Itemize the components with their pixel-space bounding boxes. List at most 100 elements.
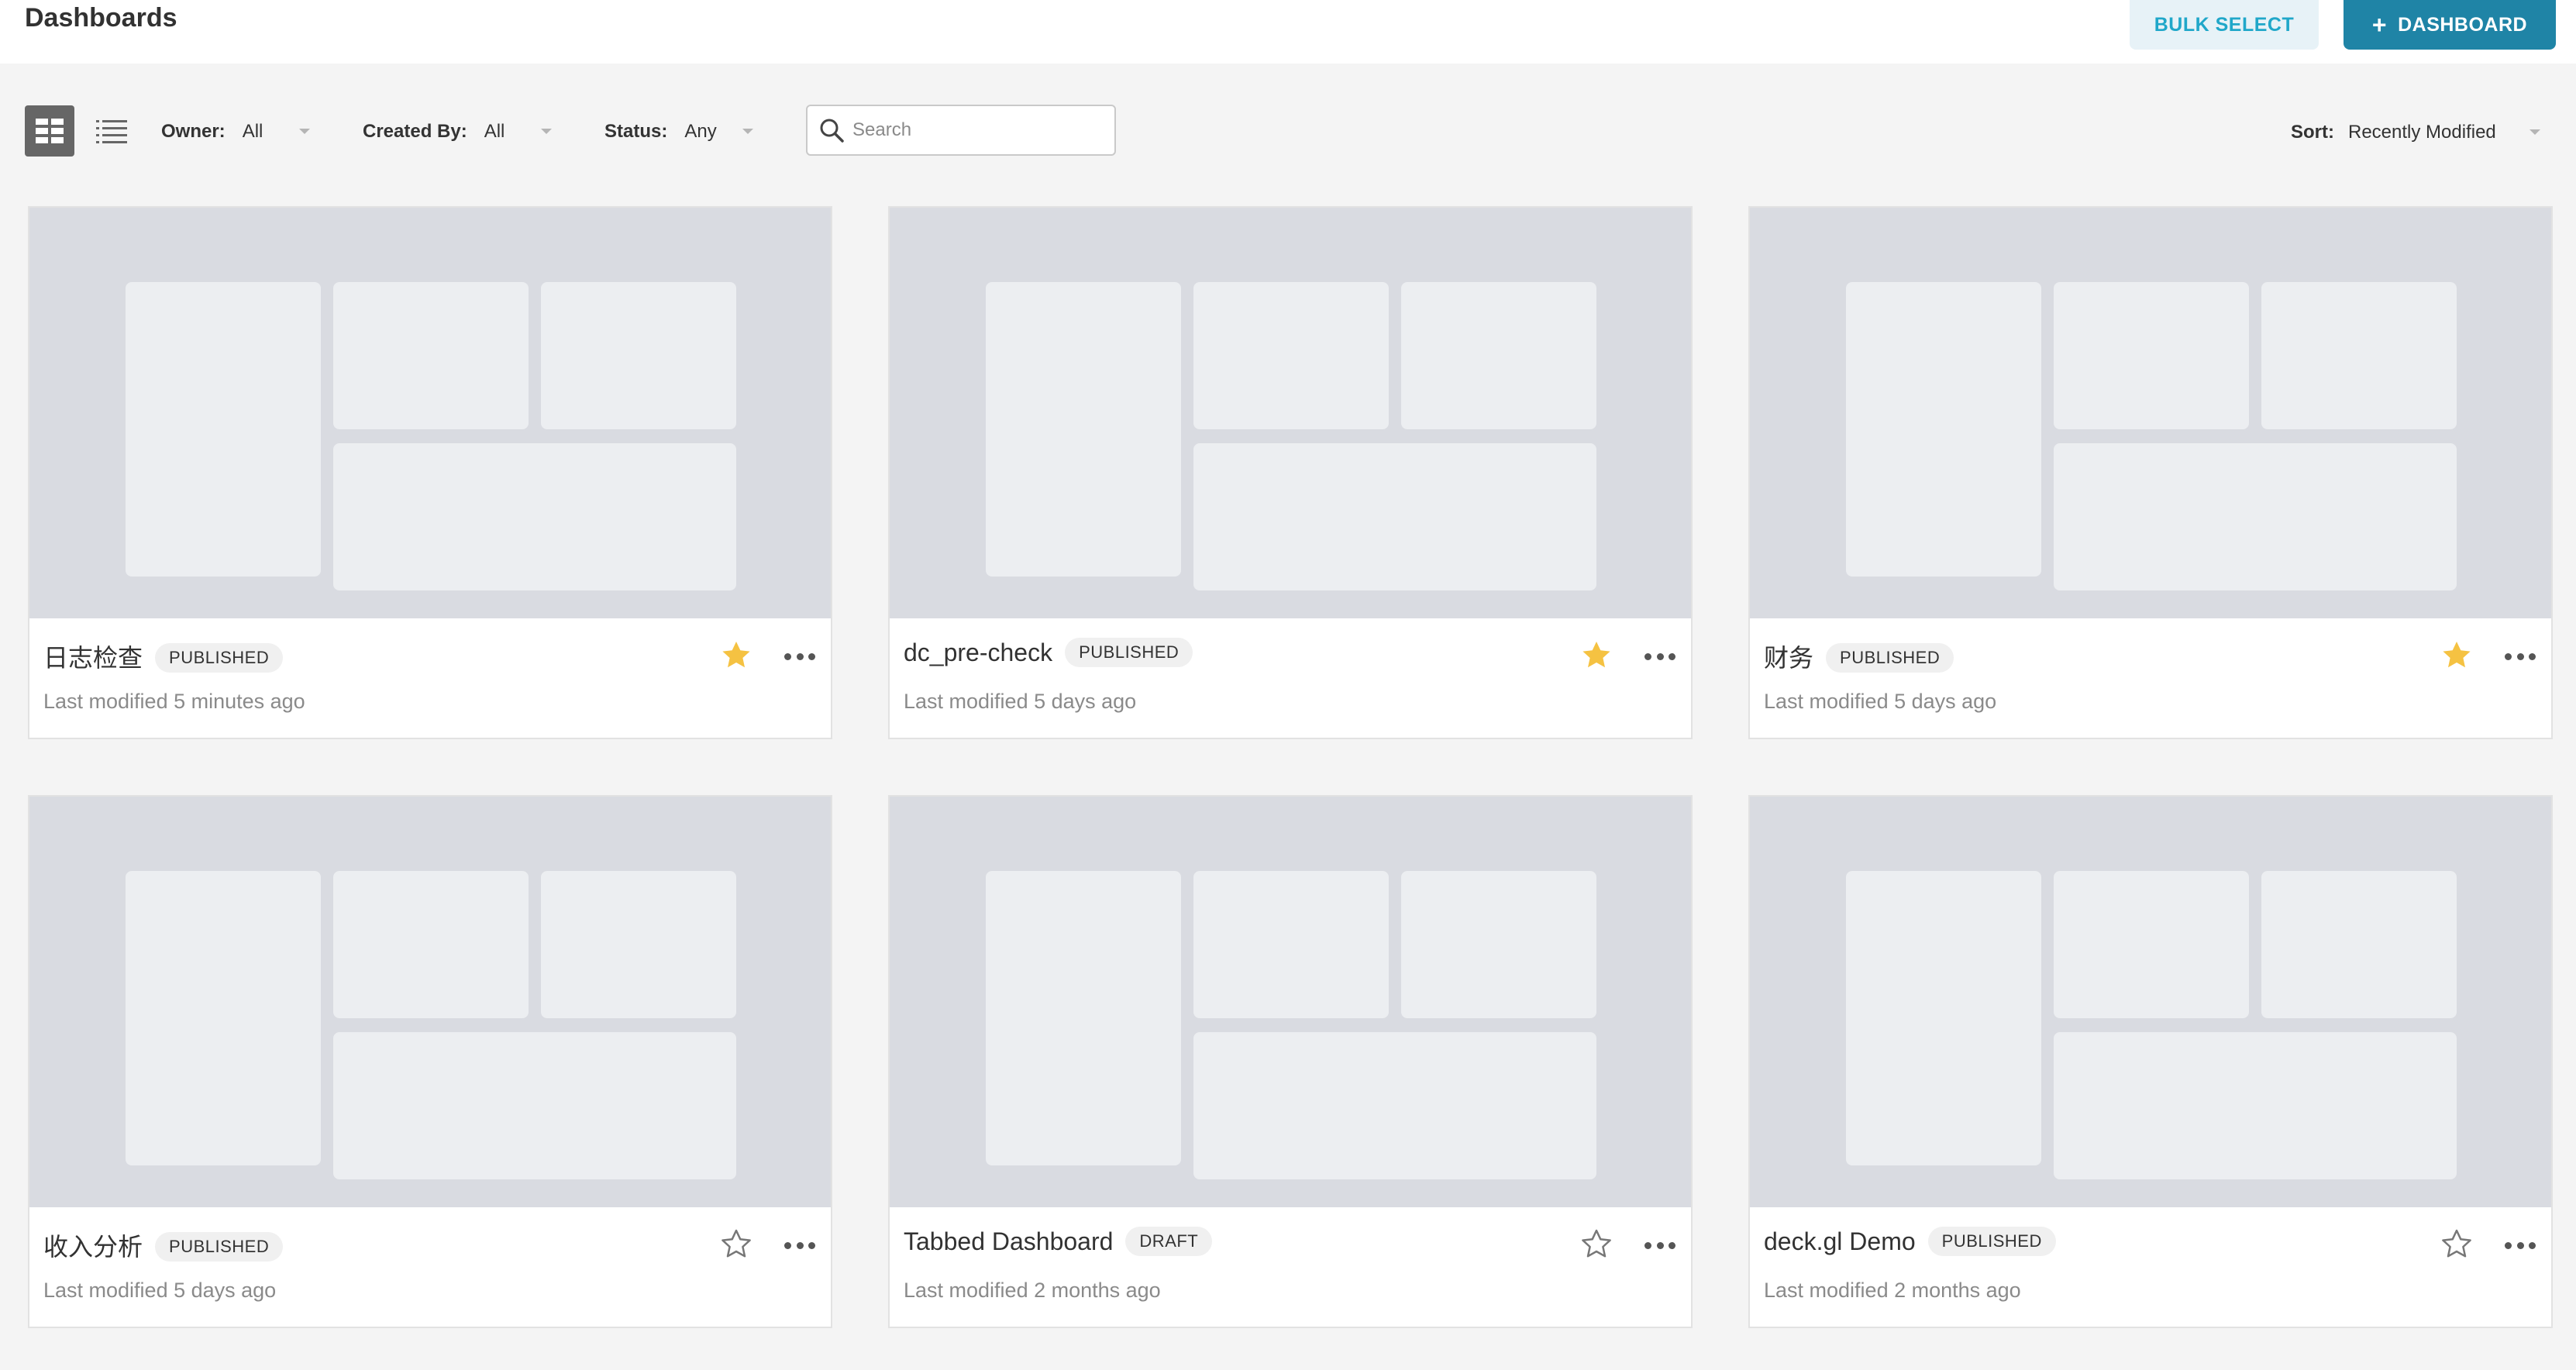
star-outline-icon[interactable] bbox=[719, 1227, 753, 1262]
last-modified-text: Last modified 5 days ago bbox=[904, 690, 1137, 713]
dashboard-card[interactable]: 收入分析 PUBLISHED Last modified 5 days ago bbox=[28, 795, 832, 1328]
dashboard-thumbnail[interactable] bbox=[29, 797, 831, 1207]
status-badge: PUBLISHED bbox=[155, 642, 284, 673]
thumbnail-tile bbox=[1401, 282, 1596, 429]
more-options-icon[interactable] bbox=[2502, 645, 2539, 668]
chevron-down-icon bbox=[742, 129, 753, 134]
status-badge: PUBLISHED bbox=[1826, 642, 1954, 673]
page-title: Dashboards bbox=[25, 3, 177, 33]
search-input[interactable] bbox=[852, 119, 1100, 141]
dashboard-card[interactable]: 日志检查 PUBLISHED Last modified 5 minutes ago bbox=[28, 206, 832, 739]
dashboard-title[interactable]: Tabbed Dashboard DRAFT bbox=[904, 1226, 1213, 1258]
thumbnail-tile bbox=[2054, 871, 2249, 1018]
dashboard-title[interactable]: deck.gl Demo PUBLISHED bbox=[1764, 1226, 2056, 1258]
last-modified-text: Last modified 5 days ago bbox=[1764, 690, 1997, 713]
thumbnail-tile bbox=[2054, 443, 2457, 590]
top-bar: Dashboards BULK SELECT + DASHBOARD bbox=[0, 0, 2576, 64]
list-view-icon bbox=[96, 120, 127, 143]
thumbnail-tile bbox=[126, 282, 321, 577]
dashboard-title-text[interactable]: dc_pre-check bbox=[904, 639, 1052, 666]
dashboard-thumbnail[interactable] bbox=[1750, 208, 2551, 618]
thumbnail-tile bbox=[1193, 1032, 1596, 1179]
thumbnail-tile bbox=[986, 282, 1181, 577]
bulk-select-button[interactable]: BULK SELECT bbox=[2130, 0, 2319, 50]
last-modified-text: Last modified 5 minutes ago bbox=[43, 690, 305, 713]
owner-filter[interactable]: Owner: All bbox=[161, 116, 316, 147]
thumbnail-tile bbox=[1193, 443, 1596, 590]
sort-label: Sort: bbox=[2291, 122, 2334, 143]
dashboard-title-text[interactable]: 日志检查 bbox=[43, 644, 143, 672]
sort-select[interactable]: Sort: Recently Modified bbox=[2291, 117, 2547, 148]
owner-filter-label: Owner: bbox=[161, 121, 226, 142]
thumbnail-tile bbox=[2261, 871, 2457, 1018]
dashboard-title[interactable]: dc_pre-check PUBLISHED bbox=[904, 637, 1193, 670]
star-filled-icon[interactable] bbox=[2440, 639, 2474, 673]
status-badge: PUBLISHED bbox=[1065, 637, 1193, 667]
owner-filter-value: All bbox=[242, 121, 263, 142]
thumbnail-tile bbox=[2261, 282, 2457, 429]
dashboard-card[interactable]: deck.gl Demo PUBLISHED Last modified 2 mon… bbox=[1748, 795, 2553, 1328]
dashboard-title-text[interactable]: deck.gl Demo bbox=[1764, 1227, 1916, 1255]
dashboard-card[interactable]: dc_pre-check PUBLISHED Last modified 5 day… bbox=[888, 206, 1693, 739]
star-outline-icon[interactable] bbox=[1579, 1227, 1613, 1262]
chevron-down-icon bbox=[541, 129, 552, 134]
thumbnail-tile bbox=[333, 443, 736, 590]
last-modified-text: Last modified 2 months ago bbox=[904, 1279, 1161, 1302]
dashboard-thumbnail[interactable] bbox=[29, 208, 831, 618]
thumbnail-tile bbox=[126, 871, 321, 1165]
thumbnail-tile bbox=[2054, 1032, 2457, 1179]
status-filter[interactable]: Status: Any bbox=[604, 116, 759, 147]
dashboard-thumbnail[interactable] bbox=[890, 797, 1691, 1207]
dashboard-thumbnail[interactable] bbox=[890, 208, 1691, 618]
created-by-filter-value: All bbox=[484, 121, 505, 142]
thumbnail-tile bbox=[333, 871, 529, 1018]
thumbnail-tile bbox=[1846, 282, 2041, 577]
more-options-icon[interactable] bbox=[781, 1234, 818, 1257]
thumbnail-tile bbox=[541, 871, 736, 1018]
thumbnail-tile bbox=[1193, 282, 1389, 429]
thumbnail-tile bbox=[333, 1032, 736, 1179]
last-modified-text: Last modified 5 days ago bbox=[43, 1279, 277, 1302]
star-outline-icon[interactable] bbox=[2440, 1227, 2474, 1262]
add-dashboard-label: DASHBOARD bbox=[2398, 13, 2528, 36]
status-filter-value: Any bbox=[684, 121, 717, 142]
chevron-down-icon bbox=[2530, 129, 2540, 135]
dashboard-card[interactable]: Tabbed Dashboard DRAFT Last modified 2 mon… bbox=[888, 795, 1693, 1328]
status-badge: PUBLISHED bbox=[1927, 1226, 2056, 1256]
more-options-icon[interactable] bbox=[1641, 1234, 1679, 1257]
dashboard-title[interactable]: 收入分析 PUBLISHED bbox=[43, 1227, 284, 1264]
sort-value: Recently Modified bbox=[2348, 122, 2496, 143]
dashboard-title-text[interactable]: 收入分析 bbox=[43, 1233, 143, 1261]
more-options-icon[interactable] bbox=[2502, 1234, 2539, 1257]
list-view-toggle[interactable] bbox=[87, 105, 136, 157]
thumbnail-tile bbox=[541, 282, 736, 429]
dashboard-title[interactable]: 日志检查 PUBLISHED bbox=[43, 639, 284, 675]
dashboard-card[interactable]: 财务 PUBLISHED Last modified 5 days ago bbox=[1748, 206, 2553, 739]
star-filled-icon[interactable] bbox=[1579, 639, 1613, 673]
more-options-icon[interactable] bbox=[1641, 645, 1679, 668]
created-by-filter[interactable]: Created By: All bbox=[363, 116, 558, 147]
add-dashboard-button[interactable]: + DASHBOARD bbox=[2344, 0, 2556, 50]
thumbnail-tile bbox=[2054, 282, 2249, 429]
thumbnail-tile bbox=[986, 871, 1181, 1165]
search-icon bbox=[818, 117, 845, 143]
status-filter-label: Status: bbox=[604, 121, 668, 142]
star-filled-icon[interactable] bbox=[719, 639, 753, 673]
last-modified-text: Last modified 2 months ago bbox=[1764, 1279, 2021, 1302]
grid-view-icon bbox=[36, 119, 64, 143]
dashboard-title[interactable]: 财务 PUBLISHED bbox=[1764, 639, 1954, 675]
thumbnail-tile bbox=[333, 282, 529, 429]
dashboard-title-text[interactable]: 财务 bbox=[1764, 644, 1813, 672]
thumbnail-tile bbox=[1193, 871, 1389, 1018]
dashboard-thumbnail[interactable] bbox=[1750, 797, 2551, 1207]
search-field[interactable] bbox=[806, 105, 1116, 156]
created-by-filter-label: Created By: bbox=[363, 121, 467, 142]
thumbnail-tile bbox=[1401, 871, 1596, 1018]
thumbnail-tile bbox=[1846, 871, 2041, 1165]
grid-view-toggle[interactable] bbox=[25, 105, 74, 157]
dashboard-title-text[interactable]: Tabbed Dashboard bbox=[904, 1227, 1113, 1255]
plus-icon: + bbox=[2371, 11, 2388, 39]
status-badge: DRAFT bbox=[1125, 1226, 1213, 1256]
status-badge: PUBLISHED bbox=[155, 1231, 284, 1262]
more-options-icon[interactable] bbox=[781, 645, 818, 668]
